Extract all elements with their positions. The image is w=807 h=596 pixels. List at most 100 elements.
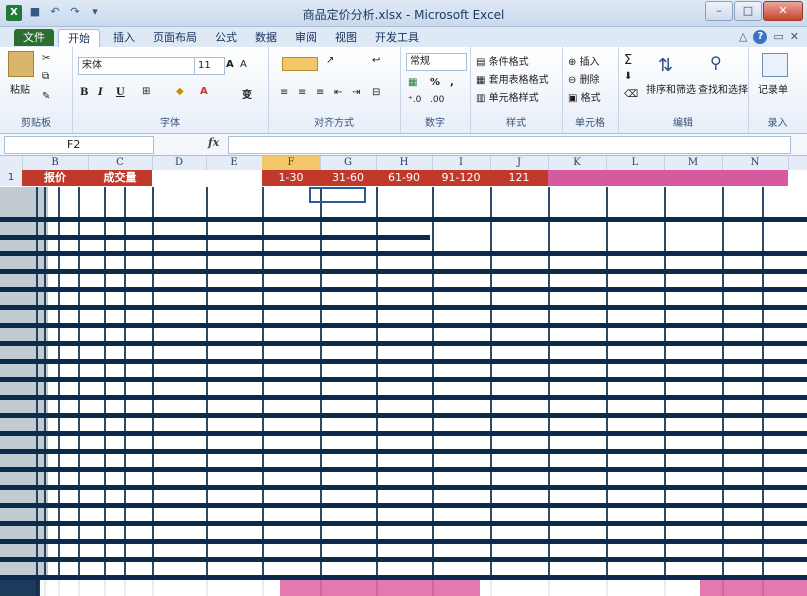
- fill-color-icon[interactable]: ◆: [176, 86, 184, 97]
- column-header-e[interactable]: E: [206, 156, 263, 170]
- editing-group-label: 编辑: [673, 118, 693, 129]
- align-right-icon[interactable]: ≡: [316, 87, 324, 98]
- percent-button[interactable]: %: [430, 77, 440, 88]
- formula-bar: F2 fx: [0, 134, 807, 156]
- insert-function-button[interactable]: fx: [208, 136, 219, 149]
- cell-k1-merged[interactable]: [548, 170, 788, 186]
- close-workbook-icon[interactable]: ✕: [790, 30, 799, 44]
- grid-column-line: [78, 187, 80, 596]
- italic-button[interactable]: I: [98, 87, 103, 98]
- find-select-button[interactable]: 查找和选择: [698, 81, 748, 96]
- restore-icon[interactable]: ▭: [773, 30, 783, 44]
- shrink-font-icon[interactable]: A: [240, 59, 247, 70]
- close-button[interactable]: ✕: [763, 1, 803, 21]
- tab-data[interactable]: 数据: [246, 29, 286, 46]
- formula-input[interactable]: [228, 136, 791, 154]
- cell-g1[interactable]: 31-60: [320, 170, 376, 186]
- selected-cell-f2[interactable]: [309, 187, 366, 203]
- border-icon[interactable]: ⊞: [142, 86, 150, 97]
- conditional-format-button[interactable]: ▤ 条件格式: [476, 53, 529, 68]
- cell-styles-button[interactable]: ▥ 单元格样式: [476, 89, 539, 104]
- cell-h1[interactable]: 61-90: [376, 170, 432, 186]
- font-color-icon[interactable]: A: [200, 86, 208, 97]
- top-align-icon[interactable]: [282, 57, 318, 71]
- comma-button[interactable]: ,: [450, 77, 454, 88]
- minimize-ribbon-icon[interactable]: △: [739, 30, 747, 44]
- autosum-button[interactable]: Σ: [624, 53, 632, 68]
- merge-center-icon[interactable]: ⊟: [372, 87, 380, 98]
- currency-icon[interactable]: ▦: [408, 77, 417, 88]
- decrease-indent-icon[interactable]: ⇤: [334, 87, 342, 98]
- format-painter-icon[interactable]: ✎: [42, 91, 50, 102]
- align-center-icon[interactable]: ≡: [298, 87, 306, 98]
- wrap-text-icon[interactable]: ↩: [372, 55, 380, 66]
- fill-icon[interactable]: ⬇: [624, 71, 632, 82]
- tab-page-layout[interactable]: 页面布局: [144, 29, 206, 46]
- column-header-d[interactable]: D: [152, 156, 207, 170]
- column-header-k[interactable]: K: [548, 156, 607, 170]
- column-header-m[interactable]: M: [664, 156, 723, 170]
- bold-button[interactable]: B: [80, 87, 88, 98]
- underline-button[interactable]: U: [116, 87, 125, 98]
- find-select-icon[interactable]: ⚲: [710, 53, 722, 72]
- align-left-icon[interactable]: ≡: [280, 87, 288, 98]
- select-all-corner[interactable]: [0, 156, 23, 170]
- phonetic-button[interactable]: 变: [242, 86, 252, 101]
- maximize-button[interactable]: □: [734, 1, 762, 21]
- insert-cells-icon: ⊕: [568, 57, 580, 68]
- column-header-b[interactable]: B: [22, 156, 89, 170]
- sort-filter-icon[interactable]: ⇅: [658, 55, 673, 76]
- column-header-i[interactable]: I: [432, 156, 491, 170]
- tab-view[interactable]: 视图: [326, 29, 366, 46]
- font-size-combo[interactable]: 11: [194, 57, 225, 75]
- paste-icon[interactable]: [8, 51, 34, 77]
- cell-j1[interactable]: 121: [490, 170, 548, 186]
- column-header-c[interactable]: C: [88, 156, 153, 170]
- tab-review[interactable]: 审阅: [286, 29, 326, 46]
- record-list-icon[interactable]: [762, 53, 788, 77]
- cell-i1[interactable]: 91-120: [432, 170, 490, 186]
- cell-f1[interactable]: 1-30: [262, 170, 320, 186]
- record-list-button[interactable]: 记录单: [758, 81, 788, 96]
- grid-column-line: [490, 187, 492, 596]
- increase-decimal-icon[interactable]: ⁺.0: [408, 95, 421, 105]
- column-header-f[interactable]: F: [262, 156, 321, 170]
- orientation-icon[interactable]: ↗: [326, 55, 334, 66]
- cell-c1[interactable]: 成交量: [88, 170, 152, 186]
- copy-icon[interactable]: ⧉: [42, 71, 49, 82]
- grid-row-stripe: [0, 287, 807, 292]
- column-header-g[interactable]: G: [320, 156, 377, 170]
- font-name-combo[interactable]: 宋体: [78, 57, 195, 75]
- tab-insert[interactable]: 插入: [104, 29, 144, 46]
- tab-developer[interactable]: 开发工具: [366, 29, 428, 46]
- delete-cells-button[interactable]: ⊖ 删除: [568, 71, 600, 86]
- clear-icon[interactable]: ⌫: [624, 89, 638, 100]
- row-number-1[interactable]: 1: [0, 170, 23, 186]
- grid-column-line: [432, 187, 434, 596]
- grid-row-stripe: [0, 377, 807, 382]
- insert-cells-button[interactable]: ⊕ 插入: [568, 53, 600, 68]
- increase-indent-icon[interactable]: ⇥: [352, 87, 360, 98]
- tab-file[interactable]: 文件: [14, 29, 54, 46]
- number-format-combo[interactable]: 常规: [406, 53, 467, 71]
- sort-filter-button[interactable]: 排序和筛选: [646, 81, 696, 96]
- cut-icon[interactable]: ✂: [42, 53, 50, 64]
- name-box[interactable]: F2: [4, 136, 154, 154]
- column-header-n[interactable]: N: [722, 156, 789, 170]
- column-header-l[interactable]: L: [606, 156, 665, 170]
- column-header-j[interactable]: J: [490, 156, 549, 170]
- decrease-decimal-icon[interactable]: .00: [430, 95, 444, 105]
- tab-home[interactable]: 开始: [58, 29, 100, 47]
- format-table-button[interactable]: ▦ 套用表格格式: [476, 71, 549, 86]
- column-header-h[interactable]: H: [376, 156, 433, 170]
- format-cells-button[interactable]: ▣ 格式: [568, 89, 601, 104]
- grow-font-icon[interactable]: A: [226, 59, 234, 70]
- worksheet-grid[interactable]: [0, 187, 807, 596]
- paste-button[interactable]: 粘贴: [10, 81, 30, 96]
- cell-b1[interactable]: 报价: [22, 170, 88, 186]
- name-box-value: F2: [67, 138, 81, 151]
- tab-formulas[interactable]: 公式: [206, 29, 246, 46]
- minimize-button[interactable]: –: [705, 1, 733, 21]
- grid-column-line: [124, 187, 126, 596]
- help-icon[interactable]: ?: [753, 30, 768, 44]
